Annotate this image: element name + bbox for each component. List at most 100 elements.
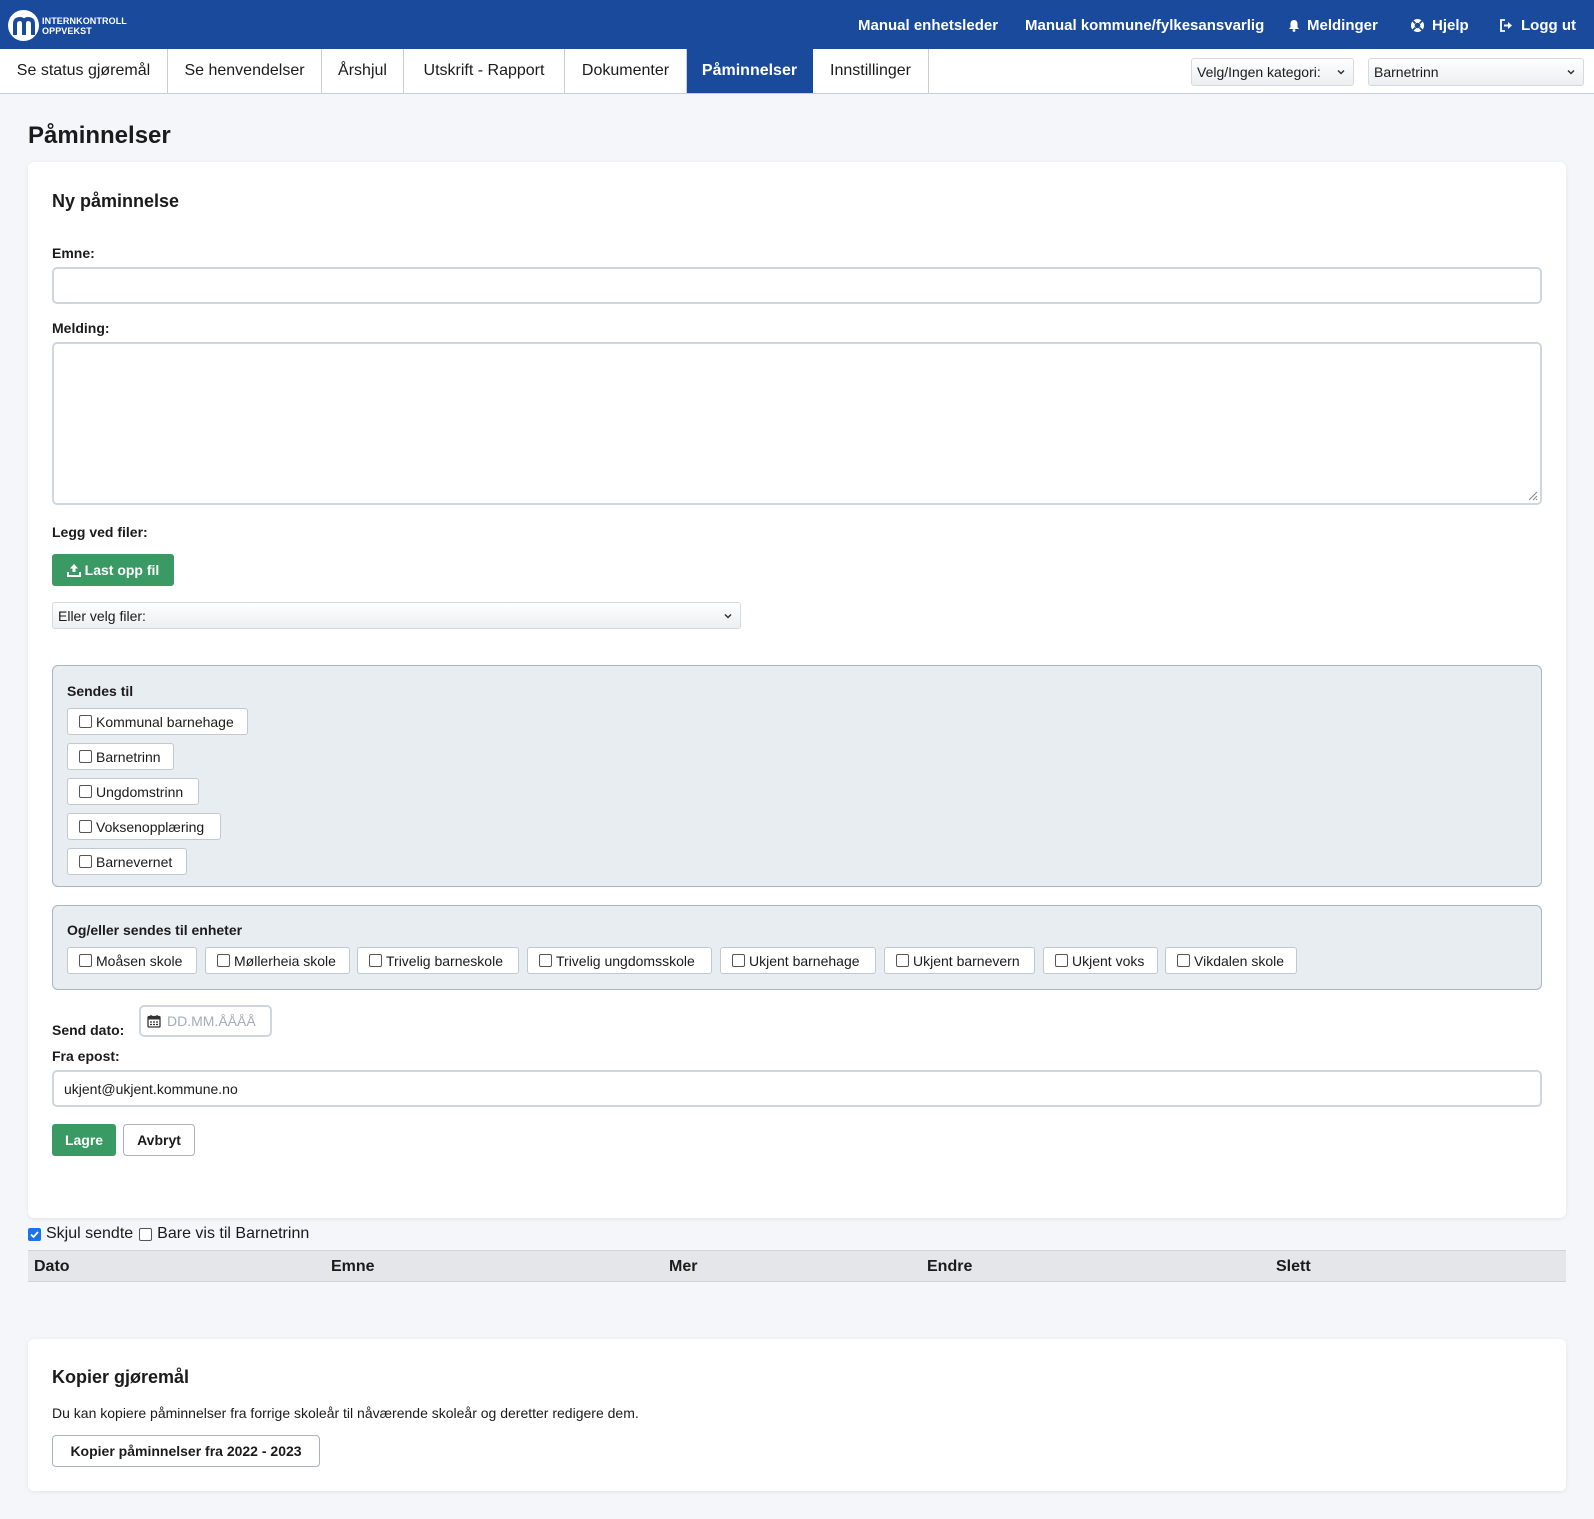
tab-paminnelser[interactable]: Påminnelser — [687, 49, 813, 93]
checkbox-icon — [217, 954, 230, 967]
brand-line1: INTERNKONTROLL — [42, 15, 127, 26]
check-icon — [30, 1230, 39, 1238]
logg-ut-label: Logg ut — [1521, 17, 1576, 34]
fra-epost-value: ukjent@ukjent.kommune.no — [64, 1080, 238, 1097]
bare-vis-checkbox[interactable] — [139, 1227, 153, 1241]
hjelp-label: Hjelp — [1432, 17, 1469, 34]
checkbox-ungdomstrinn[interactable]: Ungdomstrinn — [67, 778, 199, 805]
melding-textarea[interactable] — [52, 342, 1542, 505]
checkbox-kommunal-barnehage[interactable]: Kommunal barnehage — [67, 708, 248, 735]
hjelp-link[interactable]: Hjelp — [1410, 17, 1469, 34]
checkbox-trivelig-ungdomsskole[interactable]: Trivelig ungdomsskole — [527, 947, 712, 974]
brand-logo[interactable]: INTERNKONTROLL OPPVEKST — [8, 10, 127, 41]
bell-icon — [1289, 20, 1299, 32]
calendar-icon — [147, 1015, 161, 1028]
lagre-button[interactable]: Lagre — [52, 1124, 116, 1156]
filer-label: Legg ved filer: — [52, 524, 148, 540]
meldinger-label: Meldinger — [1307, 17, 1378, 34]
column-dato[interactable]: Dato — [34, 1258, 70, 1276]
checkbox-ukjent-barnevern[interactable]: Ukjent barnevern — [884, 947, 1035, 974]
logg-ut-link[interactable]: Logg ut — [1499, 17, 1576, 34]
logo-icon — [8, 10, 39, 41]
emne-input[interactable] — [52, 267, 1542, 304]
tab-dokumenter[interactable]: Dokumenter — [565, 49, 687, 93]
tab-label: Utskrift - Rapport — [423, 62, 545, 79]
tab-label: Årshjul — [338, 62, 387, 79]
top-navbar: INTERNKONTROLL OPPVEKST Manual enhetsled… — [0, 0, 1594, 49]
resize-handle-icon[interactable] — [1526, 489, 1538, 501]
checkbox-mollerheia-skole[interactable]: Møllerheia skole — [205, 947, 350, 974]
manual-kommune-link[interactable]: Manual kommune/fylkesansvarlig — [1025, 17, 1264, 34]
velg-filer-value: Eller velg filer: — [58, 607, 146, 624]
kopier-description: Du kan kopiere påminnelser fra forrige s… — [52, 1405, 639, 1421]
column-mer: Mer — [669, 1258, 698, 1275]
chevron-down-icon — [1567, 69, 1575, 75]
checkbox-icon — [79, 785, 92, 798]
kopier-paminnelser-button[interactable]: Kopier påminnelser fra 2022 - 2023 — [52, 1435, 320, 1467]
checkbox-label: Trivelig ungdomsskole — [556, 952, 695, 969]
upload-icon — [66, 564, 81, 577]
checkbox-icon — [539, 954, 552, 967]
skjul-sendte-label: Skjul sendte — [46, 1225, 134, 1242]
manual-kommune-label: Manual kommune/fylkesansvarlig — [1025, 17, 1265, 34]
checkbox-label: Moåsen skole — [96, 952, 183, 969]
new-reminder-card: Ny påminnelse Emne: Melding: Legg ved fi… — [28, 162, 1566, 1218]
checkbox-label: Trivelig barneskole — [386, 952, 503, 969]
checkbox-ukjent-barnehage[interactable]: Ukjent barnehage — [720, 947, 876, 974]
meldinger-link[interactable]: Meldinger — [1288, 17, 1378, 34]
send-dato-label: Send dato: — [52, 1022, 125, 1038]
tab-label: Innstillinger — [830, 62, 911, 79]
page-title: Påminnelser — [28, 122, 171, 149]
tab-label: Påminnelser — [701, 62, 798, 79]
checkbox-trivelig-barneskole[interactable]: Trivelig barneskole — [357, 947, 519, 974]
tab-se-status[interactable]: Se status gjøremål — [0, 49, 168, 93]
checkbox-ukjent-voks[interactable]: Ukjent voks — [1043, 947, 1158, 974]
column-slett: Slett — [1276, 1258, 1311, 1275]
kopier-button-label: Kopier påminnelser fra 2022 - 2023 — [70, 1443, 302, 1459]
avbryt-label: Avbryt — [137, 1132, 181, 1148]
checkbox-icon — [732, 954, 745, 967]
checkbox-icon — [1055, 954, 1068, 967]
lagre-label: Lagre — [64, 1132, 104, 1148]
tab-utskrift-rapport[interactable]: Utskrift - Rapport — [404, 49, 565, 93]
upload-file-label: Last opp fil — [84, 562, 160, 578]
checkbox-vikdalen-skole[interactable]: Vikdalen skole — [1165, 947, 1297, 974]
logout-icon — [1500, 19, 1512, 32]
kategori-select[interactable]: Velg/Ingen kategori: — [1191, 58, 1354, 86]
upload-file-button[interactable]: Last opp fil — [52, 554, 174, 586]
tab-arshjul[interactable]: Årshjul — [322, 49, 404, 93]
column-emne[interactable]: Emne — [331, 1258, 375, 1276]
lifebuoy-icon — [1411, 19, 1424, 32]
send-dato-input[interactable]: DD.MM.ÅÅÅÅ — [139, 1005, 272, 1037]
checkbox-moasen-skole[interactable]: Moåsen skole — [67, 947, 197, 974]
checkbox-icon — [79, 855, 92, 868]
velg-filer-select[interactable]: Eller velg filer: — [52, 602, 741, 629]
brand-line2: OPPVEKST — [42, 25, 92, 36]
trinn-select-value: Barnetrinn — [1374, 64, 1439, 80]
trinn-select[interactable]: Barnetrinn — [1368, 58, 1584, 86]
checkbox-label: Ukjent voks — [1072, 952, 1145, 969]
skjul-sendte-checkbox[interactable] — [28, 1227, 41, 1241]
checkbox-icon — [79, 954, 92, 967]
manual-enhetsleder-label: Manual enhetsleder — [858, 17, 999, 34]
checkbox-label: Kommunal barnehage — [96, 713, 234, 730]
kategori-select-value: Velg/Ingen kategori: — [1197, 64, 1321, 80]
checkbox-label: Barnetrinn — [96, 748, 161, 765]
enheter-group: Og/eller sendes til enheter Moåsen skole… — [52, 905, 1542, 990]
checkbox-label: Ungdomstrinn — [96, 783, 184, 800]
tab-bar: Se status gjøremål Se henvendelser Årshj… — [0, 49, 1594, 94]
checkbox-icon — [79, 820, 92, 833]
tab-innstillinger[interactable]: Innstillinger — [813, 49, 929, 93]
brand-name: INTERNKONTROLL OPPVEKST — [42, 16, 127, 36]
fra-epost-label: Fra epost: — [52, 1048, 120, 1064]
manual-enhetsleder-link[interactable]: Manual enhetsleder — [858, 17, 998, 34]
fra-epost-input[interactable]: ukjent@ukjent.kommune.no — [52, 1070, 1542, 1107]
checkbox-voksenopplaering[interactable]: Voksenopplæring — [67, 813, 221, 840]
checkbox-barnetrinn[interactable]: Barnetrinn — [67, 743, 174, 770]
checkbox-barnevernet[interactable]: Barnevernet — [67, 848, 187, 875]
avbryt-button[interactable]: Avbryt — [123, 1124, 195, 1156]
tab-se-henvendelser[interactable]: Se henvendelser — [168, 49, 322, 93]
column-endre: Endre — [927, 1258, 973, 1275]
chevron-down-icon — [724, 613, 732, 619]
emne-label: Emne: — [52, 245, 95, 261]
